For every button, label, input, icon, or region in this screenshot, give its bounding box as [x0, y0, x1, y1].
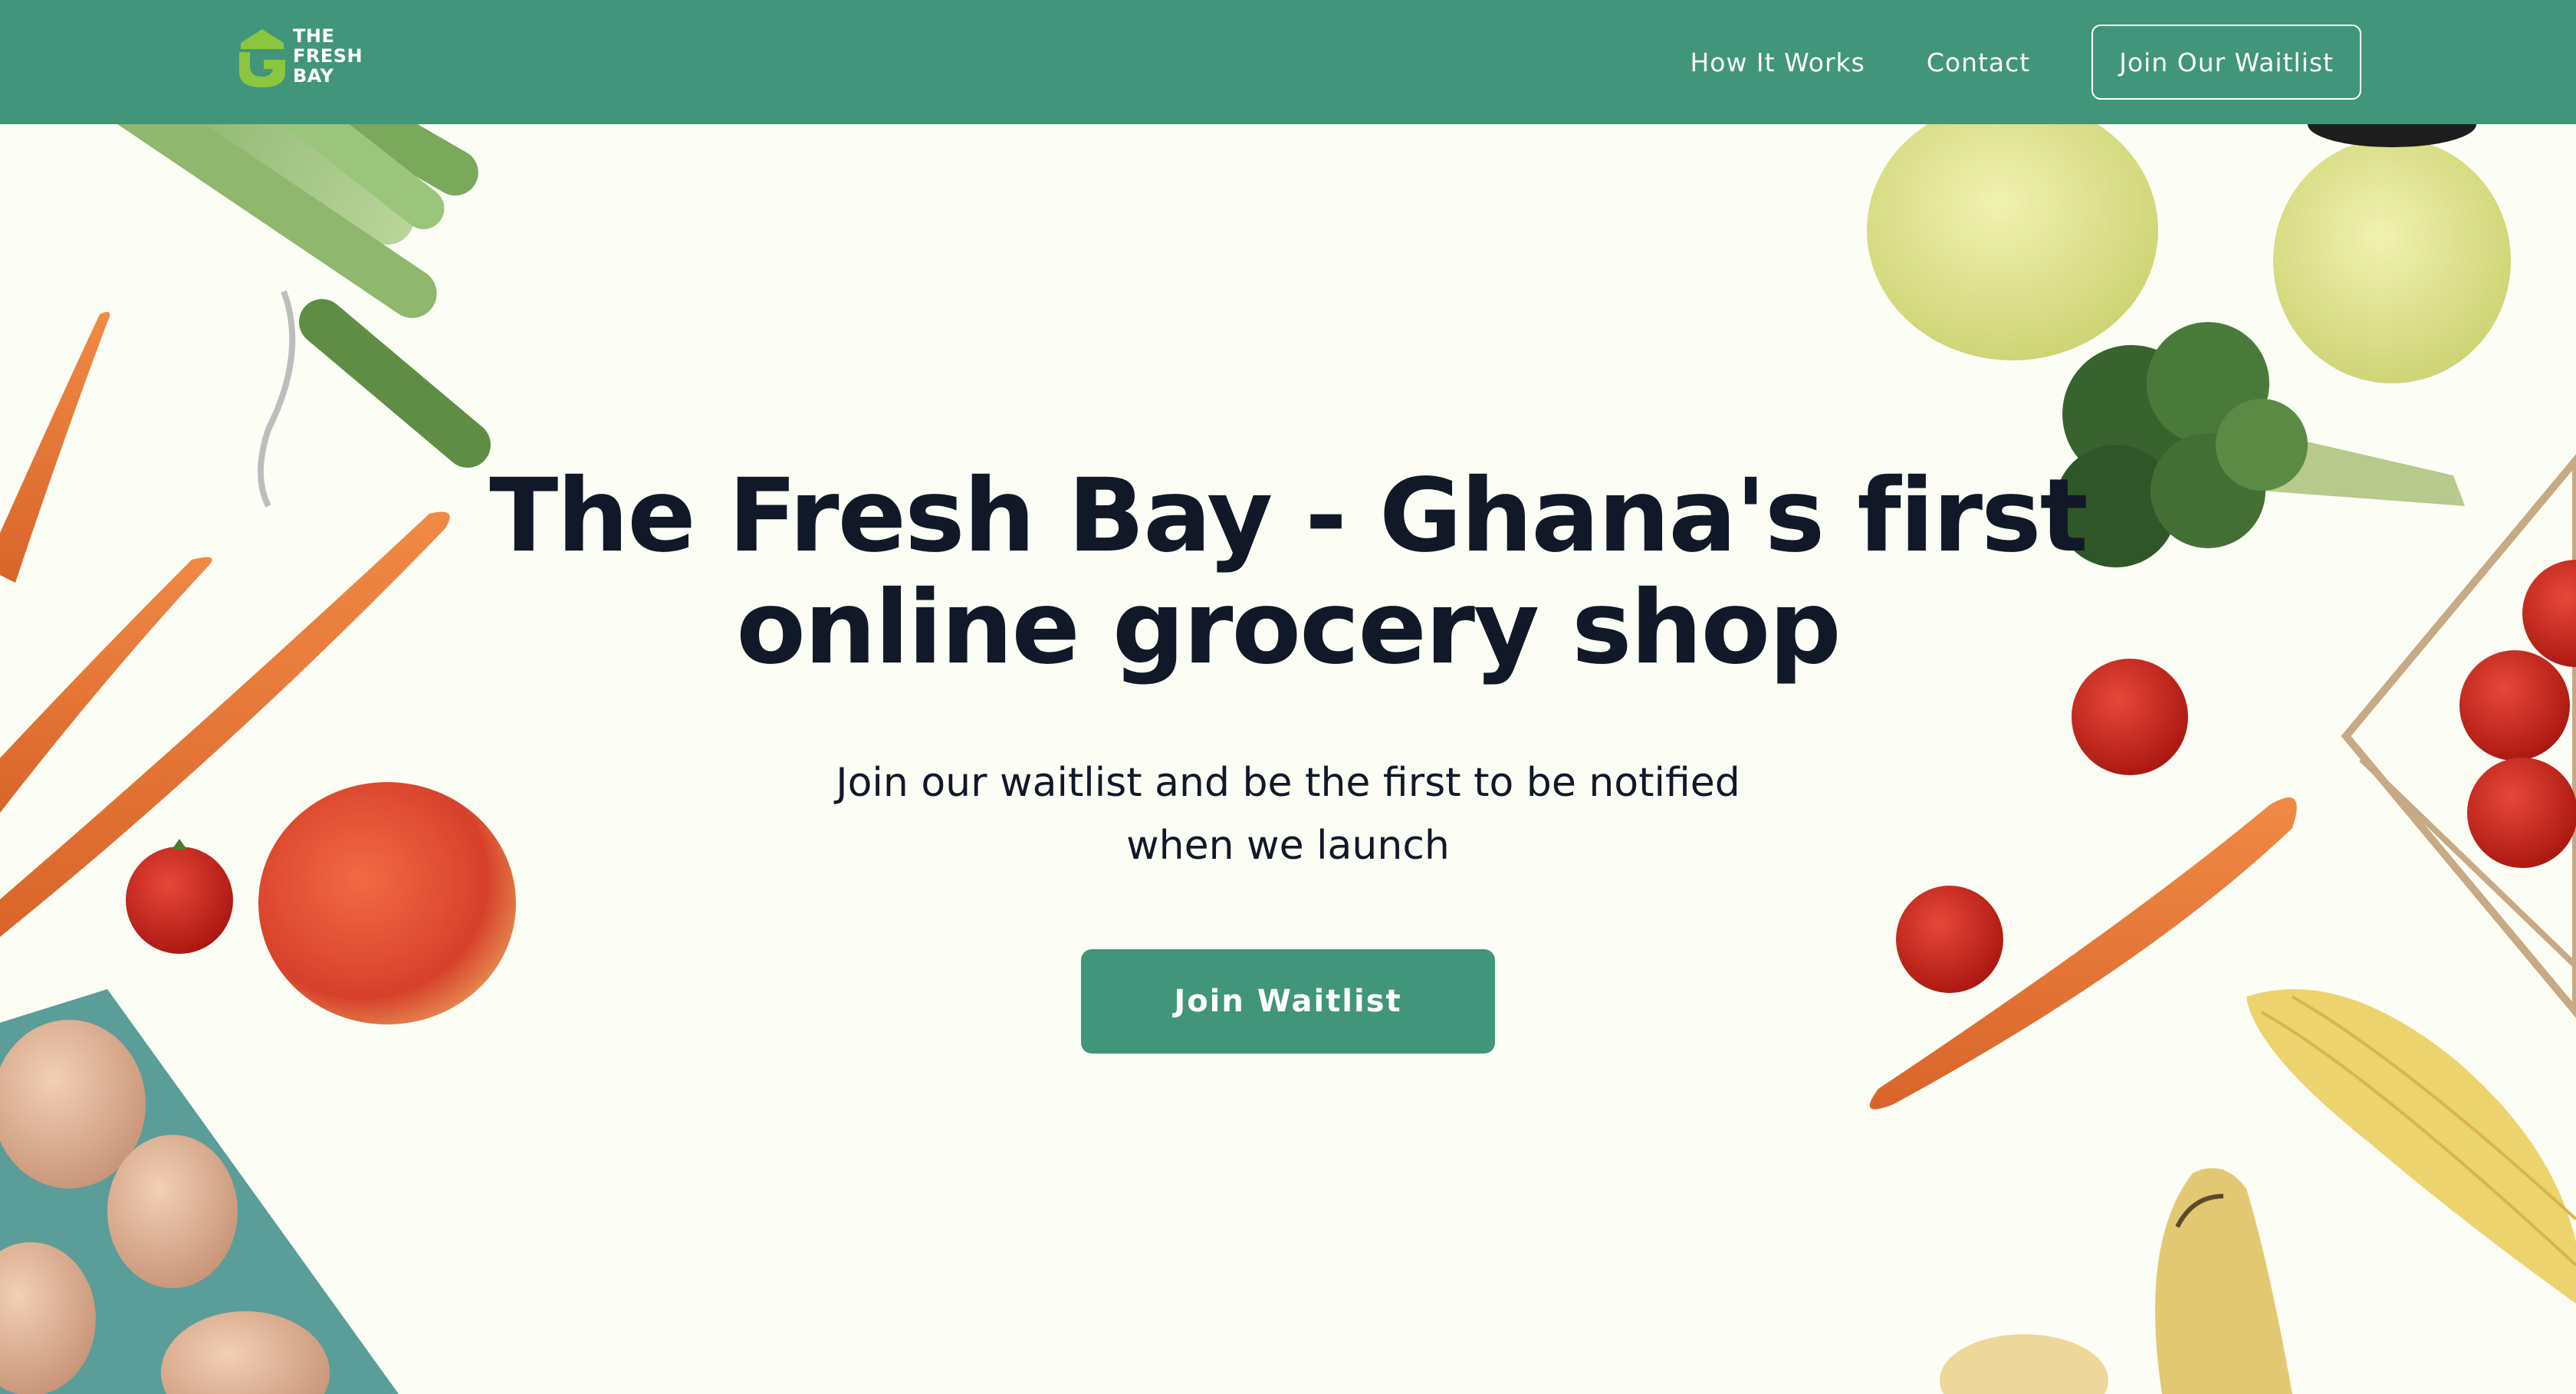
banana	[2155, 1168, 2292, 1394]
logo-line-3: BAY	[293, 65, 334, 87]
hero-subtitle: Join our waitlist and be the first to be…	[790, 751, 1786, 877]
nav-menu: How It Works Contact Join Our Waitlist	[1690, 25, 2361, 100]
logo[interactable]: THE FRESH BAY	[235, 23, 365, 94]
nav-link-how-it-works[interactable]: How It Works	[1690, 48, 1865, 77]
hero-title-line-1: The Fresh Bay - Ghana's first	[489, 457, 2088, 575]
hero-subtitle-line-1: Join our waitlist and be the first to be…	[836, 760, 1740, 806]
hero-subtitle-line-2: when we launch	[1126, 823, 1450, 869]
hero-title: The Fresh Bay - Ghana's first online gro…	[483, 460, 2093, 684]
join-our-waitlist-button[interactable]: Join Our Waitlist	[2091, 25, 2361, 100]
nav-link-contact[interactable]: Contact	[1927, 48, 2030, 77]
logo-line-1: THE	[293, 25, 335, 47]
join-waitlist-button[interactable]: Join Waitlist	[1081, 949, 1495, 1054]
celery-group	[2, 124, 491, 508]
hero-title-line-2: online grocery shop	[736, 569, 1841, 687]
logo-wordmark: THE FRESH BAY	[293, 26, 370, 86]
top-navbar: THE FRESH BAY How It Works Contact Join …	[0, 0, 2576, 124]
hero-section: The Fresh Bay - Ghana's first online gro…	[0, 460, 2576, 1054]
logo-g-icon	[239, 29, 285, 87]
logo-line-2: FRESH	[293, 45, 363, 67]
